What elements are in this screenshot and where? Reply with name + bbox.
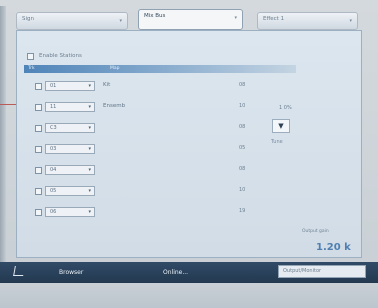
side-button[interactable]: ▼ (272, 119, 290, 133)
bottom-shadow (0, 283, 378, 308)
side-label: 1 0% (279, 105, 292, 111)
status-middle[interactable]: Online... (163, 269, 188, 276)
tab-1[interactable]: Sign ▾ (16, 12, 128, 30)
row-name: Ensemb (103, 103, 126, 109)
tab-3[interactable]: Effect 1 ▾ (257, 12, 358, 30)
row-value: 10 (239, 187, 246, 193)
metric-value: 1.20 k (316, 242, 351, 253)
enable-label: Enable Stations (39, 53, 82, 59)
row-name: Kit (103, 82, 111, 88)
caret-down-icon: ▾ (88, 167, 91, 173)
row-value: 08 (239, 82, 246, 88)
table-row: 05 ▾ 10 (27, 182, 257, 203)
tab-3-label: Effect 1 (263, 16, 285, 22)
row-checkbox[interactable] (35, 146, 42, 153)
row-select-value: 06 (50, 209, 57, 215)
tab-1-label: Sign (22, 16, 34, 22)
row-select[interactable]: C3 ▾ (45, 123, 95, 133)
row-value: 05 (239, 145, 246, 151)
row-select[interactable]: 05 ▾ (45, 186, 95, 196)
caret-down-icon: ▾ (88, 125, 91, 131)
row-value: 08 (239, 124, 246, 130)
enable-checkbox[interactable] (27, 52, 34, 60)
tab-bar: Sign ▾ Mix Bus ▾ Effect 1 ▾ (16, 8, 366, 32)
row-select[interactable]: 11 ▾ (45, 102, 95, 112)
status-right[interactable]: Output/Monitor (278, 265, 366, 278)
row-select-value: C3 (50, 125, 57, 131)
caret-down-icon: ▾ (88, 188, 91, 194)
header-label-1: Trk (28, 66, 35, 71)
row-select-value: 04 (50, 167, 57, 173)
tab-2-chevron-down-icon: ▾ (234, 15, 237, 21)
header-stripe: Trk Map (24, 65, 296, 73)
row-select[interactable]: 06 ▾ (45, 207, 95, 217)
row-checkbox[interactable] (35, 83, 42, 90)
main-panel: Enable Stations Trk Map 01 ▾ Kit 08 11 ▾… (16, 30, 362, 269)
table-row: 04 ▾ 08 (27, 161, 257, 182)
table-row: 11 ▾ Ensemb 10 (27, 98, 257, 119)
row-select-value: 03 (50, 146, 57, 152)
table-row: 01 ▾ Kit 08 (27, 77, 257, 98)
table-row: C3 ▾ 08 (27, 119, 257, 140)
side-link[interactable]: Tune (271, 139, 283, 145)
tab-3-chevron-down-icon: ▾ (349, 18, 352, 24)
down-arrow-icon: ▼ (278, 122, 284, 130)
status-left[interactable]: Browser (59, 269, 83, 276)
row-checkbox[interactable] (35, 125, 42, 132)
caret-down-icon: ▾ (88, 209, 91, 215)
caret-down-icon: ▾ (88, 83, 91, 89)
row-checkbox[interactable] (35, 188, 42, 195)
row-select-value: 01 (50, 83, 57, 89)
metric-label: Output gain (302, 229, 329, 234)
left-edge (0, 6, 6, 302)
row-select[interactable]: 04 ▾ (45, 165, 95, 175)
row-checkbox[interactable] (35, 209, 42, 216)
row-checkbox[interactable] (35, 104, 42, 111)
header-label-2: Map (110, 66, 120, 71)
row-value: 19 (239, 208, 246, 214)
row-select-value: 05 (50, 188, 57, 194)
caret-down-icon: ▾ (88, 104, 91, 110)
tab-2[interactable]: Mix Bus ▾ (138, 9, 243, 30)
row-select[interactable]: 01 ▾ (45, 81, 95, 91)
tab-1-chevron-down-icon: ▾ (119, 18, 122, 24)
row-select[interactable]: 03 ▾ (45, 144, 95, 154)
row-list: 01 ▾ Kit 08 11 ▾ Ensemb 10 C3 ▾ 08 03 ▾ … (27, 77, 257, 224)
caret-down-icon: ▾ (88, 146, 91, 152)
table-row: 06 ▾ 19 (27, 203, 257, 224)
enable-row: Enable Stations (27, 51, 82, 61)
row-checkbox[interactable] (35, 167, 42, 174)
tab-2-label: Mix Bus (144, 13, 166, 19)
app-logo-icon (13, 266, 25, 276)
status-bar: Browser Online... Output/Monitor (0, 262, 378, 283)
row-select-value: 11 (50, 104, 57, 110)
row-value: 10 (239, 103, 246, 109)
table-row: 03 ▾ 05 (27, 140, 257, 161)
row-value: 08 (239, 166, 246, 172)
